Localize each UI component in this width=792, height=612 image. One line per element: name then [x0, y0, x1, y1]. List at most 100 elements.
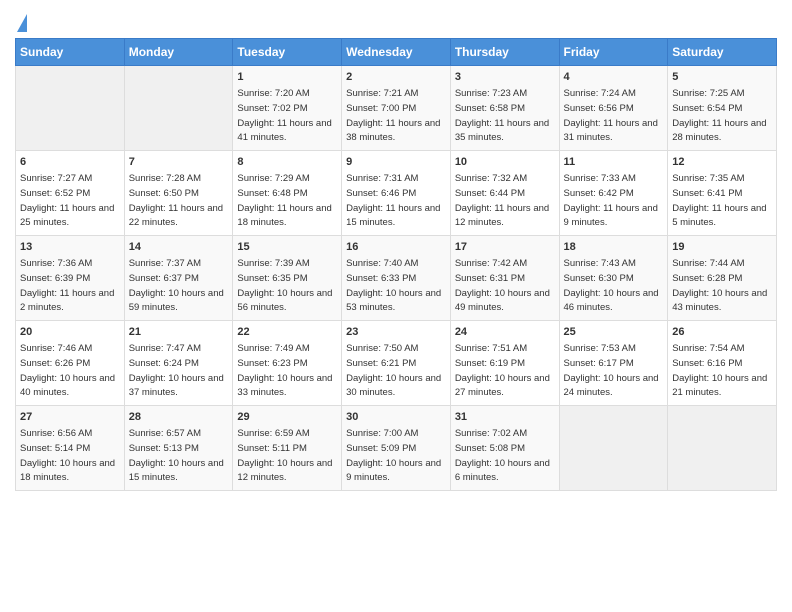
calendar-cell: 5 Sunrise: 7:25 AM Sunset: 6:54 PM Daylig… — [668, 66, 777, 151]
calendar-cell: 16 Sunrise: 7:40 AM Sunset: 6:33 PM Dayli… — [342, 236, 451, 321]
day-number: 20 — [20, 325, 120, 340]
day-number: 25 — [564, 325, 664, 340]
day-number: 18 — [564, 240, 664, 255]
logo-triangle-icon — [17, 14, 27, 32]
day-info: Sunrise: 7:42 AM Sunset: 6:31 PM Dayligh… — [455, 258, 550, 313]
calendar-cell: 1 Sunrise: 7:20 AM Sunset: 7:02 PM Daylig… — [233, 66, 342, 151]
day-info: Sunrise: 7:49 AM Sunset: 6:23 PM Dayligh… — [237, 343, 332, 398]
calendar-cell: 4 Sunrise: 7:24 AM Sunset: 6:56 PM Daylig… — [559, 66, 668, 151]
calendar-cell: 18 Sunrise: 7:43 AM Sunset: 6:30 PM Dayli… — [559, 236, 668, 321]
calendar-cell: 10 Sunrise: 7:32 AM Sunset: 6:44 PM Dayli… — [450, 151, 559, 236]
calendar-week-row: 27Sunrise: 6:56 AM Sunset: 5:14 PM Dayli… — [16, 406, 777, 491]
day-info: Sunrise: 6:59 AM Sunset: 5:11 PM Dayligh… — [237, 428, 332, 483]
day-info: Sunrise: 7:51 AM Sunset: 6:19 PM Dayligh… — [455, 343, 550, 398]
day-info: Sunrise: 7:43 AM Sunset: 6:30 PM Dayligh… — [564, 258, 659, 313]
day-number: 16 — [346, 240, 446, 255]
day-number: 28 — [129, 410, 229, 425]
day-number: 5 — [672, 70, 772, 85]
day-number: 4 — [564, 70, 664, 85]
page-header — [15, 10, 777, 34]
day-info: Sunrise: 7:37 AM Sunset: 6:37 PM Dayligh… — [129, 258, 224, 313]
calendar-cell: 22Sunrise: 7:49 AM Sunset: 6:23 PM Dayli… — [233, 321, 342, 406]
calendar-cell: 7 Sunrise: 7:28 AM Sunset: 6:50 PM Daylig… — [124, 151, 233, 236]
day-info: Sunrise: 7:54 AM Sunset: 6:16 PM Dayligh… — [672, 343, 767, 398]
day-info: Sunrise: 7:24 AM Sunset: 6:56 PM Dayligh… — [564, 88, 658, 143]
day-info: Sunrise: 7:33 AM Sunset: 6:42 PM Dayligh… — [564, 173, 658, 228]
day-number: 10 — [455, 155, 555, 170]
header-sunday: Sunday — [16, 39, 125, 66]
calendar-cell: 11Sunrise: 7:33 AM Sunset: 6:42 PM Dayli… — [559, 151, 668, 236]
day-number: 6 — [20, 155, 120, 170]
day-info: Sunrise: 7:32 AM Sunset: 6:44 PM Dayligh… — [455, 173, 549, 228]
calendar-cell: 27Sunrise: 6:56 AM Sunset: 5:14 PM Dayli… — [16, 406, 125, 491]
logo — [15, 14, 27, 34]
calendar-cell: 21 Sunrise: 7:47 AM Sunset: 6:24 PM Dayli… — [124, 321, 233, 406]
calendar-cell — [16, 66, 125, 151]
calendar-cell: 20Sunrise: 7:46 AM Sunset: 6:26 PM Dayli… — [16, 321, 125, 406]
day-info: Sunrise: 6:57 AM Sunset: 5:13 PM Dayligh… — [129, 428, 224, 483]
day-info: Sunrise: 6:56 AM Sunset: 5:14 PM Dayligh… — [20, 428, 115, 483]
day-number: 15 — [237, 240, 337, 255]
day-info: Sunrise: 7:25 AM Sunset: 6:54 PM Dayligh… — [672, 88, 766, 143]
day-number: 19 — [672, 240, 772, 255]
day-info: Sunrise: 7:40 AM Sunset: 6:33 PM Dayligh… — [346, 258, 441, 313]
day-info: Sunrise: 7:47 AM Sunset: 6:24 PM Dayligh… — [129, 343, 224, 398]
day-info: Sunrise: 7:23 AM Sunset: 6:58 PM Dayligh… — [455, 88, 549, 143]
day-info: Sunrise: 7:28 AM Sunset: 6:50 PM Dayligh… — [129, 173, 223, 228]
calendar-week-row: 6Sunrise: 7:27 AM Sunset: 6:52 PM Daylig… — [16, 151, 777, 236]
day-number: 7 — [129, 155, 229, 170]
day-number: 1 — [237, 70, 337, 85]
calendar-cell: 3 Sunrise: 7:23 AM Sunset: 6:58 PM Daylig… — [450, 66, 559, 151]
day-number: 13 — [20, 240, 120, 255]
calendar-cell — [124, 66, 233, 151]
day-info: Sunrise: 7:31 AM Sunset: 6:46 PM Dayligh… — [346, 173, 440, 228]
calendar-header-row: SundayMondayTuesdayWednesdayThursdayFrid… — [16, 39, 777, 66]
calendar-week-row: 13Sunrise: 7:36 AM Sunset: 6:39 PM Dayli… — [16, 236, 777, 321]
day-info: Sunrise: 7:53 AM Sunset: 6:17 PM Dayligh… — [564, 343, 659, 398]
day-number: 31 — [455, 410, 555, 425]
day-info: Sunrise: 7:20 AM Sunset: 7:02 PM Dayligh… — [237, 88, 331, 143]
day-number: 30 — [346, 410, 446, 425]
calendar-cell: 15 Sunrise: 7:39 AM Sunset: 6:35 PM Dayli… — [233, 236, 342, 321]
day-info: Sunrise: 7:44 AM Sunset: 6:28 PM Dayligh… — [672, 258, 767, 313]
calendar-cell: 26 Sunrise: 7:54 AM Sunset: 6:16 PM Dayli… — [668, 321, 777, 406]
day-number: 2 — [346, 70, 446, 85]
day-number: 9 — [346, 155, 446, 170]
calendar-cell: 25 Sunrise: 7:53 AM Sunset: 6:17 PM Dayli… — [559, 321, 668, 406]
header-monday: Monday — [124, 39, 233, 66]
day-info: Sunrise: 7:35 AM Sunset: 6:41 PM Dayligh… — [672, 173, 766, 228]
day-info: Sunrise: 7:21 AM Sunset: 7:00 PM Dayligh… — [346, 88, 440, 143]
header-saturday: Saturday — [668, 39, 777, 66]
calendar-cell: 24 Sunrise: 7:51 AM Sunset: 6:19 PM Dayli… — [450, 321, 559, 406]
day-info: Sunrise: 7:29 AM Sunset: 6:48 PM Dayligh… — [237, 173, 331, 228]
calendar-cell: 23 Sunrise: 7:50 AM Sunset: 6:21 PM Dayli… — [342, 321, 451, 406]
day-number: 8 — [237, 155, 337, 170]
calendar-cell: 13Sunrise: 7:36 AM Sunset: 6:39 PM Dayli… — [16, 236, 125, 321]
day-number: 21 — [129, 325, 229, 340]
calendar-cell: 9 Sunrise: 7:31 AM Sunset: 6:46 PM Daylig… — [342, 151, 451, 236]
day-number: 29 — [237, 410, 337, 425]
calendar-cell: 29 Sunrise: 6:59 AM Sunset: 5:11 PM Dayli… — [233, 406, 342, 491]
calendar-cell: 14 Sunrise: 7:37 AM Sunset: 6:37 PM Dayli… — [124, 236, 233, 321]
day-number: 17 — [455, 240, 555, 255]
calendar-week-row: 20Sunrise: 7:46 AM Sunset: 6:26 PM Dayli… — [16, 321, 777, 406]
header-friday: Friday — [559, 39, 668, 66]
day-number: 12 — [672, 155, 772, 170]
day-number: 14 — [129, 240, 229, 255]
calendar-cell — [559, 406, 668, 491]
day-number: 24 — [455, 325, 555, 340]
day-info: Sunrise: 7:02 AM Sunset: 5:08 PM Dayligh… — [455, 428, 550, 483]
day-number: 26 — [672, 325, 772, 340]
day-info: Sunrise: 7:50 AM Sunset: 6:21 PM Dayligh… — [346, 343, 441, 398]
calendar-cell: 31 Sunrise: 7:02 AM Sunset: 5:08 PM Dayli… — [450, 406, 559, 491]
calendar-week-row: 1 Sunrise: 7:20 AM Sunset: 7:02 PM Daylig… — [16, 66, 777, 151]
day-info: Sunrise: 7:39 AM Sunset: 6:35 PM Dayligh… — [237, 258, 332, 313]
calendar-cell: 12 Sunrise: 7:35 AM Sunset: 6:41 PM Dayli… — [668, 151, 777, 236]
header-tuesday: Tuesday — [233, 39, 342, 66]
calendar-cell: 30Sunrise: 7:00 AM Sunset: 5:09 PM Dayli… — [342, 406, 451, 491]
day-number: 23 — [346, 325, 446, 340]
day-number: 3 — [455, 70, 555, 85]
calendar-cell: 17 Sunrise: 7:42 AM Sunset: 6:31 PM Dayli… — [450, 236, 559, 321]
calendar-cell: 2 Sunrise: 7:21 AM Sunset: 7:00 PM Daylig… — [342, 66, 451, 151]
calendar-cell: 6Sunrise: 7:27 AM Sunset: 6:52 PM Daylig… — [16, 151, 125, 236]
